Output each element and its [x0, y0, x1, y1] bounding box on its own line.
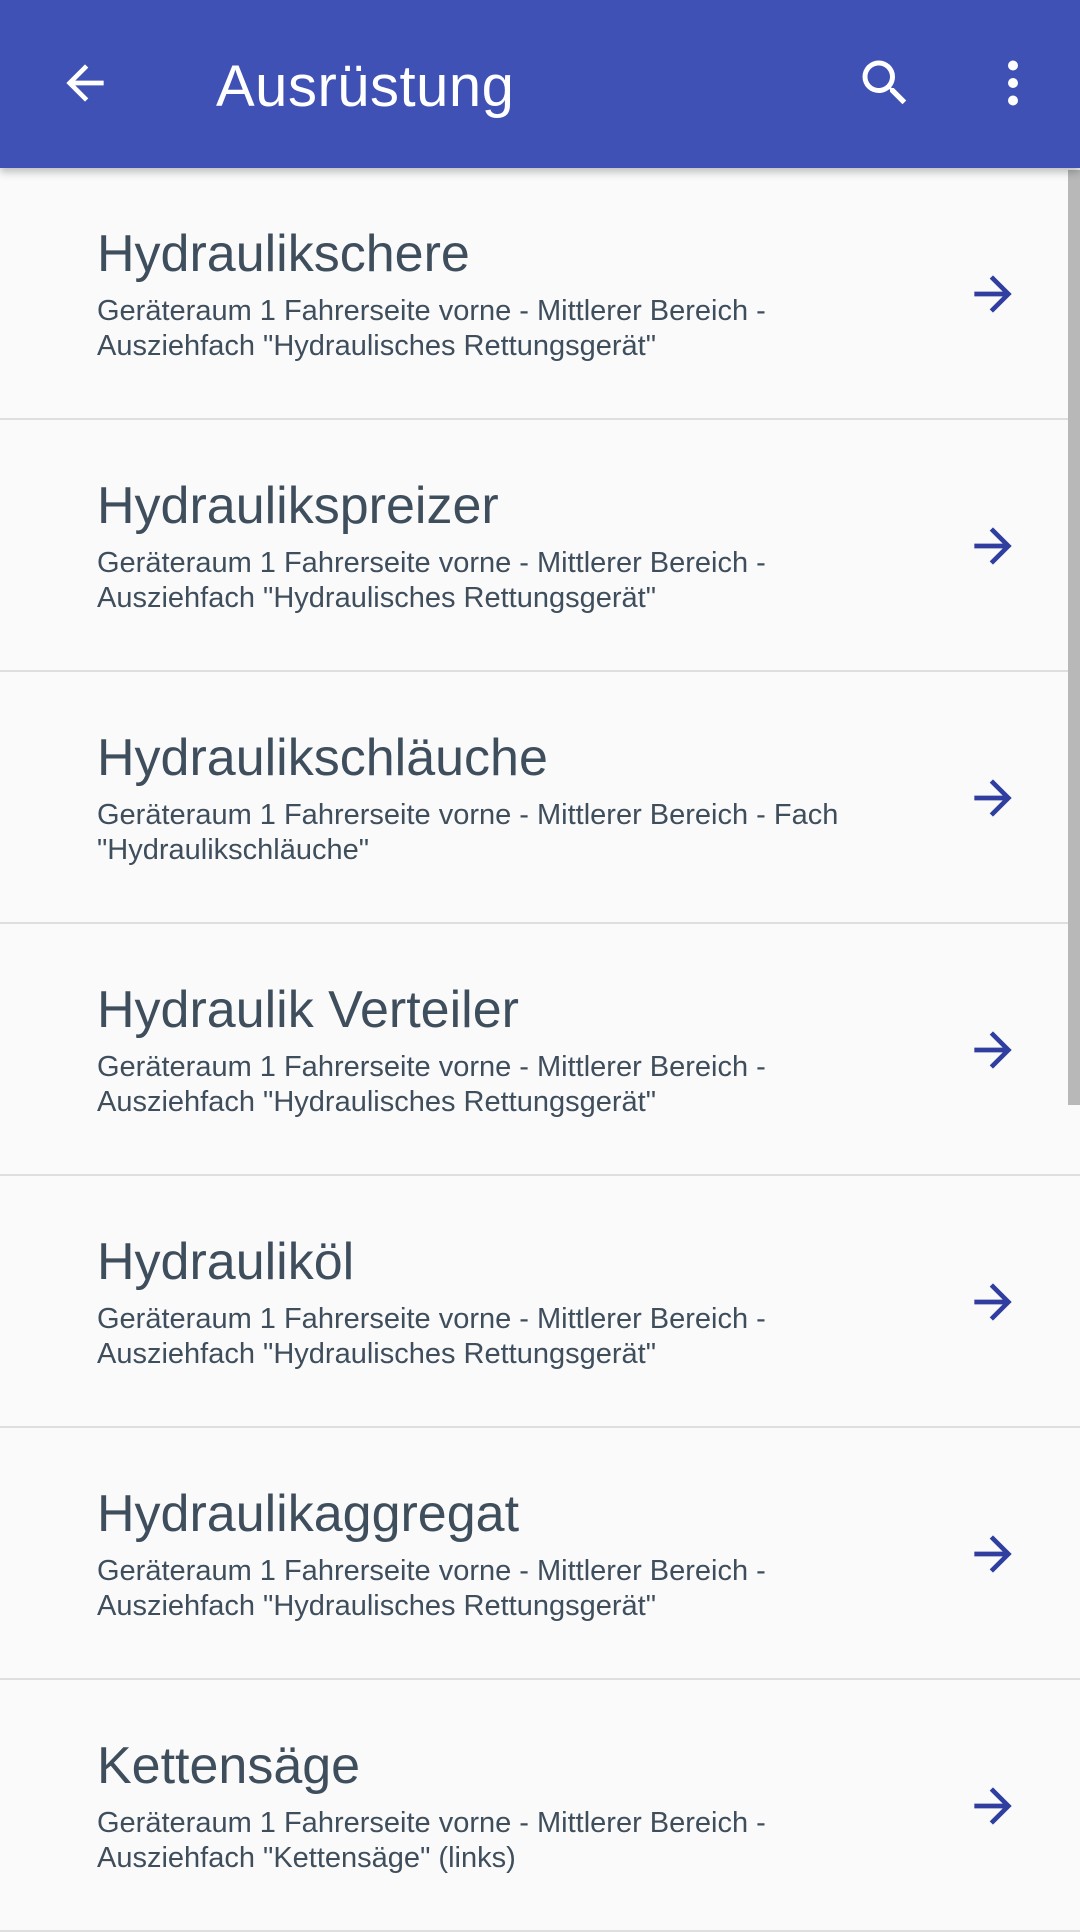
item-location: Geräteraum 1 Fahrerseite vorne - Mittler…: [97, 1303, 766, 1370]
arrow-right-icon: [974, 1283, 1012, 1321]
list-item[interactable]: Hydraulik Verteiler Geräteraum 1 Fahrers…: [0, 924, 1080, 1176]
list-item[interactable]: Hydraulikaggregat Geräteraum 1 Fahrersei…: [0, 1428, 1080, 1680]
arrow-right-icon: [974, 1787, 1012, 1825]
search-button[interactable]: [852, 50, 918, 116]
item-name: Kettensäge: [97, 1737, 361, 1795]
list-item[interactable]: Kettensäge Geräteraum 1 Fahrerseite vorn…: [0, 1680, 1080, 1932]
item-location: Geräteraum 1 Fahrerseite vorne - Mittler…: [97, 1051, 766, 1118]
arrow-right-icon: [974, 527, 1012, 565]
list-item[interactable]: Hydraulikschläuche Geräteraum 1 Fahrerse…: [0, 672, 1080, 924]
item-location: Geräteraum 1 Fahrerseite vorne - Mittler…: [97, 1555, 766, 1622]
item-location: Geräteraum 1 Fahrerseite vorne - Mittler…: [97, 295, 766, 362]
app-bar: Ausrüstung: [0, 0, 1080, 168]
list-item[interactable]: Hydraulikschere Geräteraum 1 Fahrerseite…: [0, 168, 1080, 420]
list-item[interactable]: Hydraulikspreizer Geräteraum 1 Fahrersei…: [0, 420, 1080, 672]
item-name: Hydraulikschere: [97, 225, 470, 283]
item-location: Geräteraum 1 Fahrerseite vorne - Mittler…: [97, 547, 766, 614]
item-name: Hydraulikspreizer: [97, 477, 499, 535]
item-location: Geräteraum 1 Fahrerseite vorne - Mittler…: [97, 1807, 766, 1874]
arrow-right-icon: [974, 1535, 1012, 1573]
arrow-left-icon: [66, 64, 104, 102]
item-name: Hydraulikaggregat: [97, 1485, 520, 1543]
list-item[interactable]: Hydrauliköl Geräteraum 1 Fahrerseite vor…: [0, 1176, 1080, 1428]
more-vert-icon: [1008, 60, 1018, 106]
arrow-right-icon: [974, 779, 1012, 817]
page-title: Ausrüstung: [216, 54, 515, 119]
search-icon: [862, 60, 907, 105]
item-name: Hydrauliköl: [97, 1233, 355, 1291]
item-name: Hydraulik Verteiler: [97, 981, 519, 1039]
arrow-right-icon: [974, 1031, 1012, 1069]
equipment-list: Hydraulikschere Geräteraum 1 Fahrerseite…: [0, 168, 1080, 1932]
arrow-right-icon: [974, 275, 1012, 313]
overflow-menu-button[interactable]: [980, 50, 1046, 116]
item-name: Hydraulikschläuche: [97, 729, 548, 787]
item-location: Geräteraum 1 Fahrerseite vorne - Mittler…: [97, 799, 839, 866]
scrollbar[interactable]: [1068, 170, 1080, 1105]
back-button[interactable]: [52, 50, 118, 116]
